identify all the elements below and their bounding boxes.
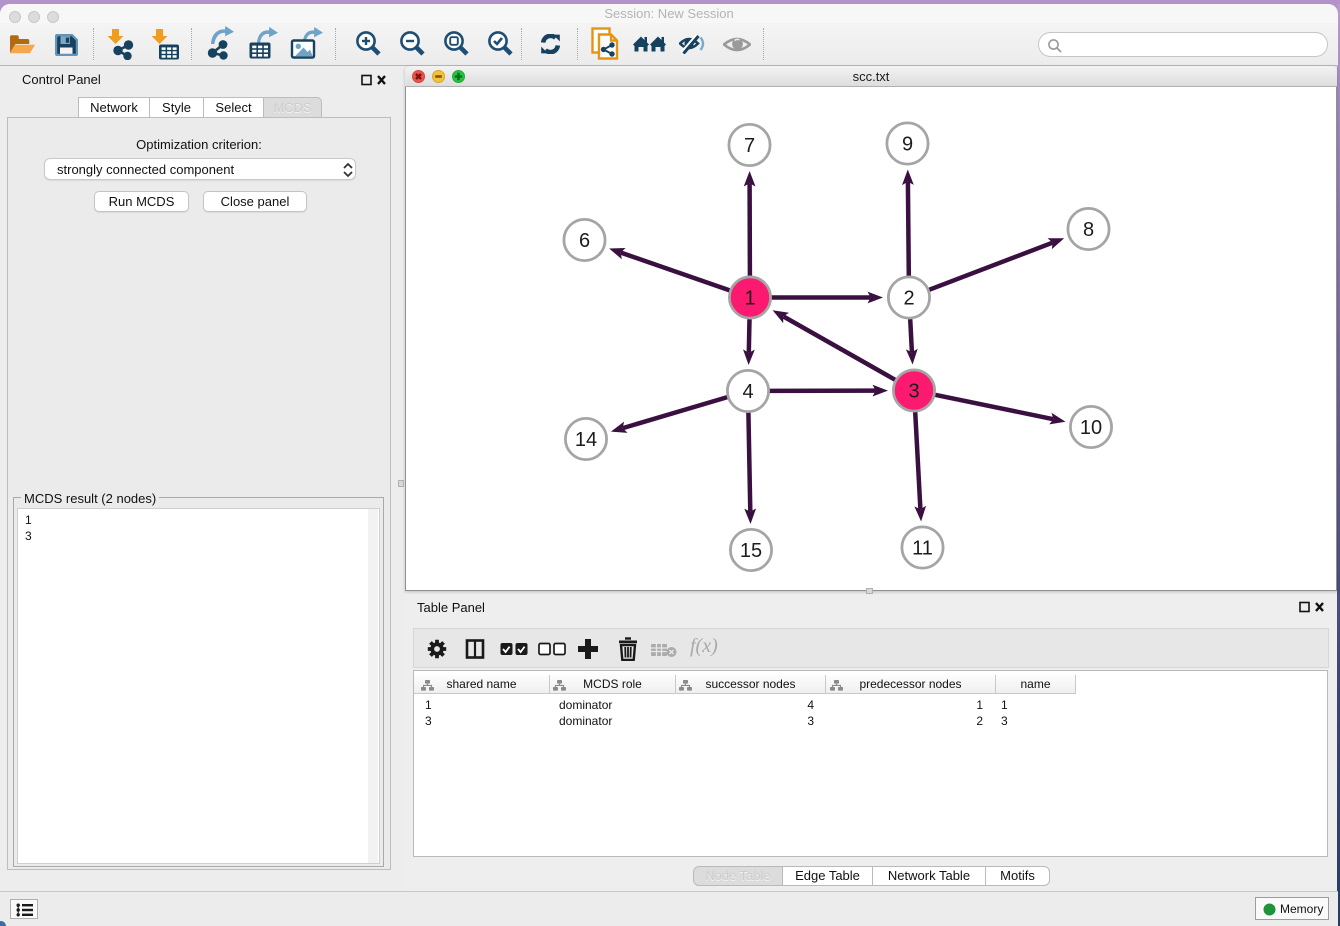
svg-text:7: 7: [744, 135, 755, 157]
svg-text:1: 1: [744, 288, 755, 310]
svg-text:6: 6: [579, 230, 590, 252]
svg-text:2: 2: [903, 288, 914, 310]
svg-text:10: 10: [1080, 417, 1102, 439]
svg-text:8: 8: [1083, 219, 1094, 241]
svg-text:14: 14: [575, 429, 597, 451]
svg-text:15: 15: [740, 540, 762, 562]
svg-text:11: 11: [912, 538, 933, 560]
svg-text:4: 4: [742, 381, 753, 403]
svg-text:3: 3: [908, 381, 919, 403]
svg-text:9: 9: [902, 134, 913, 156]
